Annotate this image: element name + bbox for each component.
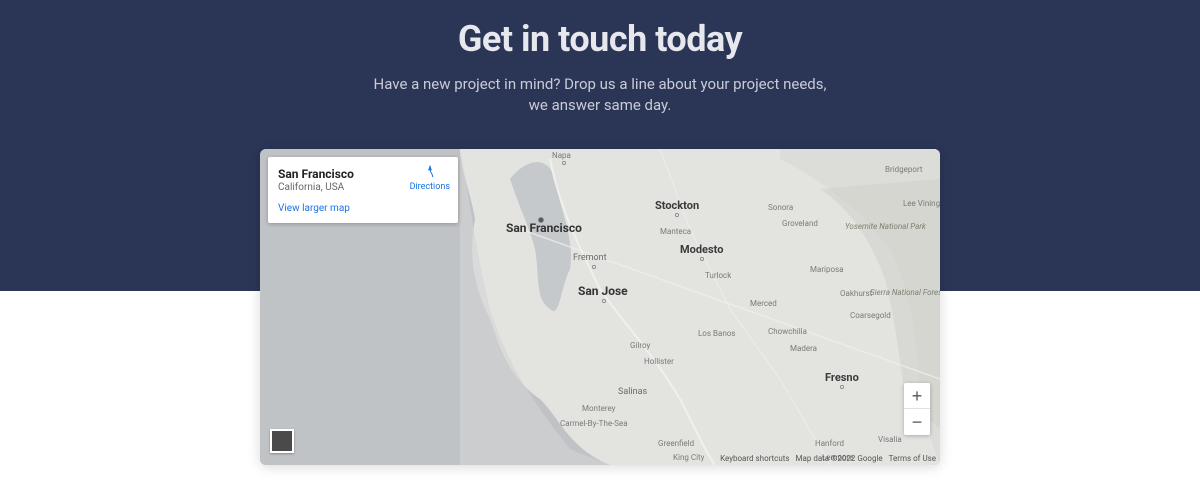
zoom-out-button[interactable]: −	[904, 409, 930, 435]
map-dot	[538, 217, 544, 223]
zoom-in-button[interactable]: +	[904, 383, 930, 409]
map-embed[interactable]: Napa Stockton Sonora Groveland San Franc…	[260, 149, 940, 465]
page-subtitle: Have a new project in mind? Drop us a li…	[370, 74, 830, 116]
map-dot	[592, 265, 596, 269]
zoom-control: + −	[904, 383, 930, 435]
page-title: Get in touch today	[0, 18, 1200, 60]
view-larger-map-link[interactable]: View larger map	[278, 203, 350, 214]
map-dot	[700, 257, 704, 261]
map-dot	[562, 161, 566, 165]
satellite-toggle[interactable]	[270, 429, 294, 453]
keyboard-shortcuts-link[interactable]: Keyboard shortcuts	[720, 454, 789, 463]
hero-content: Get in touch today Have a new project in…	[0, 0, 1200, 116]
terms-link[interactable]: Terms of Use	[889, 454, 936, 463]
map-dot	[840, 385, 844, 389]
map-dot	[602, 299, 606, 303]
directions-label: Directions	[410, 182, 450, 192]
map-data-label: Map data ©2022 Google	[796, 454, 883, 463]
directions-button[interactable]: Directions	[410, 165, 450, 192]
map-attribution: Keyboard shortcuts Map data ©2022 Google…	[720, 454, 936, 463]
directions-icon	[422, 165, 438, 181]
map-info-card: San Francisco California, USA View large…	[268, 157, 458, 223]
map-dot	[675, 213, 679, 217]
